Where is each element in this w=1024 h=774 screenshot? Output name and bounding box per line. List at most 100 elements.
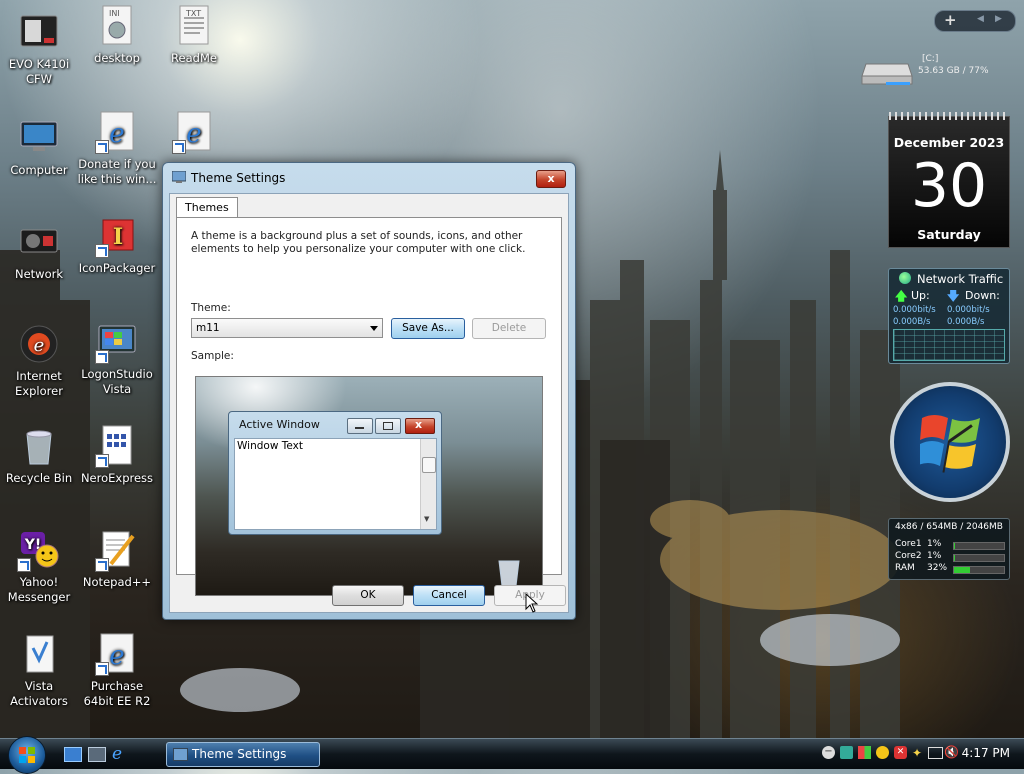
down-bits: 0.000bit/s: [947, 305, 990, 315]
svg-text:e: e: [186, 119, 201, 149]
desktop-icon-desktop-ini[interactable]: INI desktop: [77, 4, 157, 66]
cpu-row-label: Core2: [895, 551, 922, 561]
desktop-icon-donate[interactable]: e Donate if you like this win...: [77, 110, 157, 187]
next-gadget-icon[interactable]: ▶: [995, 14, 1002, 24]
tray-monitor-icon[interactable]: [928, 747, 943, 759]
drive-gadget[interactable]: [C:] 53.63 GB / 77%: [858, 52, 1018, 88]
file-badge: INI: [109, 9, 120, 18]
tray-volume-muted-icon[interactable]: 🔇: [944, 745, 959, 759]
network-title: Network Traffic: [917, 272, 1004, 286]
ini-file-icon: INI: [95, 4, 139, 48]
desktop-icon-network[interactable]: Network: [0, 220, 79, 282]
theme-dropdown-value: m11: [196, 322, 220, 334]
sample-window-text: Window Text: [237, 440, 303, 452]
scroll-down-icon: ▼: [424, 515, 430, 523]
desktop-icon-ie-link[interactable]: e: [154, 110, 234, 157]
cancel-button[interactable]: Cancel: [413, 585, 485, 606]
file-badge: TXT: [186, 9, 202, 18]
desktop-icon-yahoo-messenger[interactable]: Y! Yahoo! Messenger: [0, 528, 79, 605]
shortcut-arrow-icon: [17, 558, 31, 572]
desktop-icon-recycle-bin[interactable]: Recycle Bin: [0, 424, 79, 486]
desktop-icon-evo[interactable]: EVO K410i CFW: [0, 10, 79, 87]
desktop-icon-readme[interactable]: TXT ReadMe: [154, 4, 234, 66]
shortcut-arrow-icon: [95, 140, 109, 154]
svg-text:e: e: [109, 641, 124, 671]
taskbar-app-theme-settings[interactable]: Theme Settings: [166, 742, 320, 767]
sample-window-body: Window Text ▼: [234, 438, 437, 530]
calendar-gadget[interactable]: December 2023 30 Saturday: [888, 112, 1010, 248]
svg-text:e: e: [34, 335, 45, 356]
calendar-day: 30: [910, 151, 988, 221]
theme-settings-window[interactable]: Theme Settings x Themes A theme is a bac…: [162, 162, 576, 620]
cpu-meter-gadget[interactable]: 4x86 / 654MB / 2046MB Core1 1% Core2 1% RAM 3…: [888, 518, 1010, 580]
network-traffic-gadget[interactable]: Network Traffic 🡅 Up: 🡇 Down: 0.000bit/s…: [888, 268, 1010, 364]
mouse-pointer-icon: [525, 593, 539, 613]
desktop-icon-vista-activators[interactable]: Vista Activators: [0, 632, 79, 709]
internet-explorer-icon: e: [172, 110, 216, 154]
sample-minimize-button: [347, 418, 373, 434]
desktop-icon-purchase[interactable]: e Purchase 64bit EE R2: [77, 632, 157, 709]
add-gadget-icon[interactable]: +: [944, 11, 957, 29]
desktop-icon-computer[interactable]: Computer: [0, 116, 79, 178]
close-button[interactable]: x: [536, 170, 566, 188]
down-bytes: 0.000B/s: [947, 317, 985, 327]
tray-minus-icon[interactable]: −: [822, 746, 835, 759]
cpu-row-label: Core1: [895, 539, 922, 549]
quick-launch-ie-icon[interactable]: e: [112, 744, 122, 764]
sample-active-window: Active Window x Window Text ▼: [228, 411, 442, 535]
monitor-device-icon: [17, 10, 61, 54]
tab-themes[interactable]: Themes: [176, 197, 238, 218]
calendar-rings: [889, 112, 1009, 120]
start-button[interactable]: [8, 736, 46, 774]
theme-dropdown[interactable]: m11: [191, 318, 383, 338]
delete-button[interactable]: Delete: [472, 318, 546, 339]
windows-logo-icon: [920, 415, 980, 469]
taskbar-app-label: Theme Settings: [192, 747, 287, 761]
notepad-icon: [95, 528, 139, 572]
tray-network-icon[interactable]: [840, 746, 853, 759]
cpu-row-value: 1%: [927, 539, 942, 549]
yahoo-messenger-icon: Y!: [17, 528, 61, 572]
calendar-weekday: Saturday: [917, 227, 981, 242]
save-as-button[interactable]: Save As...: [391, 318, 465, 339]
ok-button[interactable]: OK: [332, 585, 404, 606]
iconpackager-icon: I: [95, 214, 139, 258]
shortcut-arrow-icon: [95, 244, 109, 258]
sample-label: Sample:: [191, 350, 234, 362]
txt-file-icon: TXT: [172, 4, 216, 48]
cpu-row-bar-fill: [954, 567, 970, 573]
desktop-icon-iconpackager[interactable]: I IconPackager: [77, 214, 157, 276]
cpu-row-bar-fill: [954, 555, 955, 561]
tray-messenger-icon[interactable]: [876, 746, 889, 759]
desktop-icon-internet-explorer[interactable]: e Internet Explorer: [0, 322, 79, 399]
window-body: Themes A theme is a background plus a se…: [169, 193, 569, 613]
tray-security-icon[interactable]: ✕: [894, 746, 907, 759]
cpu-row-label: RAM: [895, 563, 915, 573]
prev-gadget-icon[interactable]: ◀: [977, 14, 984, 24]
tray-wand-icon[interactable]: ✦: [912, 746, 922, 760]
window-title: Theme Settings: [191, 171, 286, 185]
theme-window-icon: [173, 748, 188, 761]
taskbar: e Theme Settings − ✕ ✦ 🔇 4:17 PM: [0, 736, 1024, 774]
recycle-bin-icon: [17, 424, 61, 468]
network-icon: [17, 220, 61, 264]
sample-window-title: Active Window: [239, 418, 320, 431]
sample-maximize-button: [375, 418, 401, 434]
drive-name: [C:]: [922, 54, 939, 64]
desktop-icon-notepadpp[interactable]: Notepad++: [77, 528, 157, 590]
chevron-down-icon: [370, 326, 378, 331]
cpu-row-bar: [953, 566, 1005, 574]
desktop-icon-logonstudio[interactable]: LogonStudio Vista: [77, 320, 157, 397]
sidebar-controls[interactable]: + ◀ ▶: [934, 10, 1016, 32]
show-desktop-icon[interactable]: [64, 747, 82, 762]
clock-gadget[interactable]: [890, 382, 1010, 502]
windows-start-icon: [19, 747, 35, 763]
internet-explorer-icon: e: [95, 632, 139, 676]
switch-windows-icon[interactable]: [88, 747, 106, 762]
network-graph: [893, 329, 1005, 361]
tray-grid-icon[interactable]: [858, 746, 871, 759]
desktop-icon-neroexpress[interactable]: NeroExpress: [77, 424, 157, 486]
cpu-row-bar: [953, 554, 1005, 562]
nero-icon: [95, 424, 139, 468]
taskbar-clock[interactable]: 4:17 PM: [962, 746, 1010, 760]
